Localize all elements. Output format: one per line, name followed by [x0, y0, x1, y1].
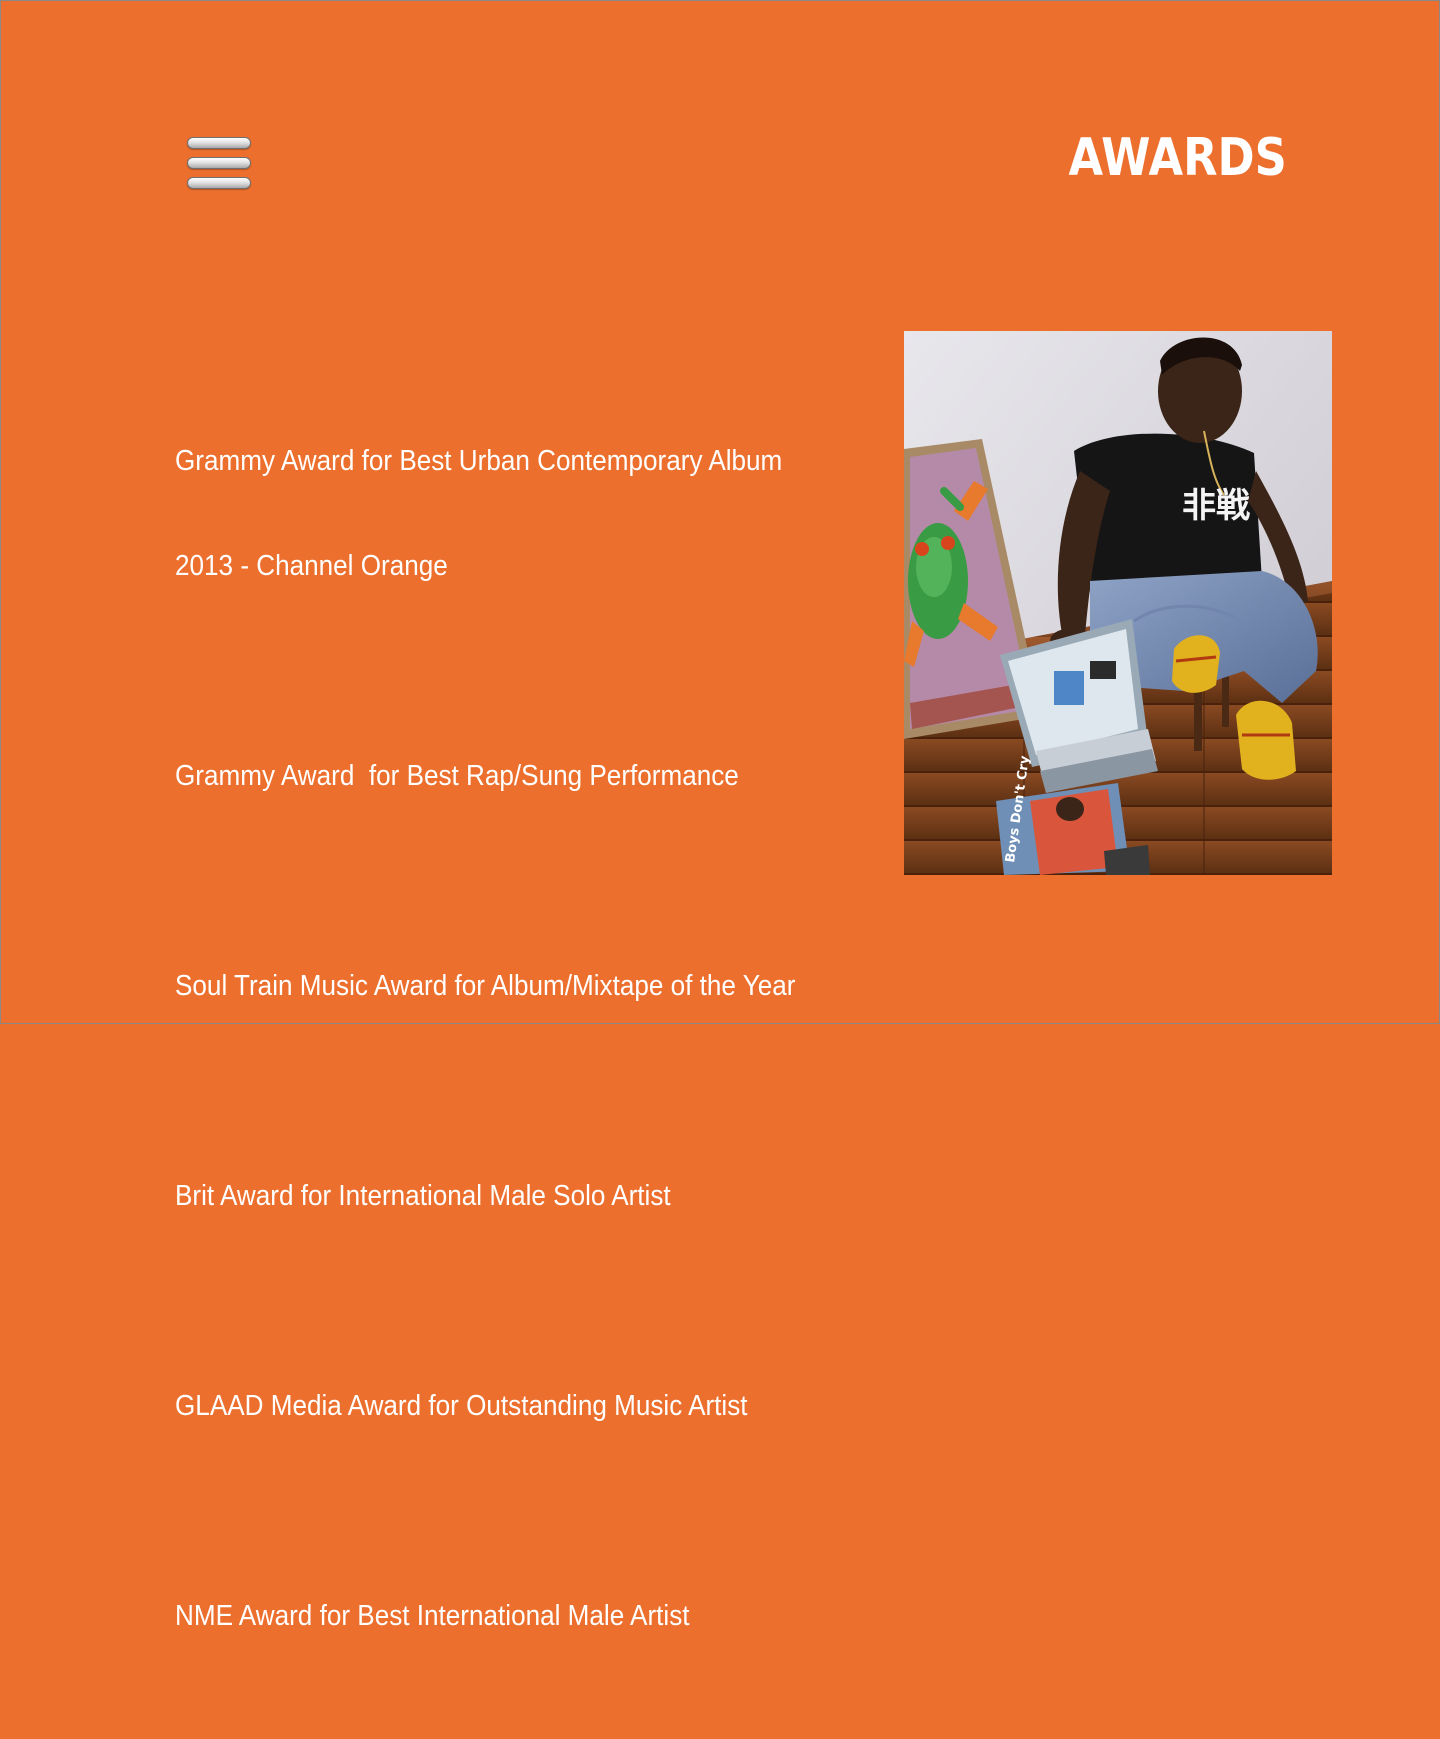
- menu-bar-middle: [187, 157, 251, 169]
- menu-bar-top: [187, 137, 251, 149]
- award-item: Grammy Award for Best Rap/Sung Performan…: [175, 689, 805, 864]
- page-title: AWARDS: [1068, 128, 1287, 188]
- awards-page: AWARDS Grammy Award for Best Urban Conte…: [0, 0, 1440, 1632]
- award-title: NME Award for Best International Male Ar…: [175, 1600, 690, 1632]
- award-item: NME Award for Best International Male Ar…: [175, 1529, 805, 1704]
- menu-button[interactable]: [185, 135, 253, 193]
- award-item: Soul Train Music Award for Album/Mixtape…: [175, 899, 805, 1074]
- award-item: Grammy Award for Best Urban Contemporary…: [175, 374, 805, 654]
- award-title: Grammy Award for Best Rap/Sung Performan…: [175, 760, 739, 792]
- award-detail: 2013 - Channel Orange: [175, 550, 448, 582]
- award-item: GLAAD Media Award for Outstanding Music …: [175, 1319, 805, 1494]
- menu-bar-bottom: [187, 177, 251, 189]
- award-title: GLAAD Media Award for Outstanding Music …: [175, 1390, 748, 1422]
- artist-photo: 非戦 Boys Don't Cry: [904, 331, 1332, 875]
- shirt-print: 非戦: [1182, 486, 1250, 526]
- award-title: Soul Train Music Award for Album/Mixtape…: [175, 970, 796, 1002]
- award-title: Grammy Award for Best Urban Contemporary…: [175, 445, 783, 477]
- awards-list: Grammy Award for Best Urban Contemporary…: [175, 374, 875, 1739]
- award-item: Brit Award for International Male Solo A…: [175, 1109, 805, 1284]
- award-title: Brit Award for International Male Solo A…: [175, 1180, 671, 1212]
